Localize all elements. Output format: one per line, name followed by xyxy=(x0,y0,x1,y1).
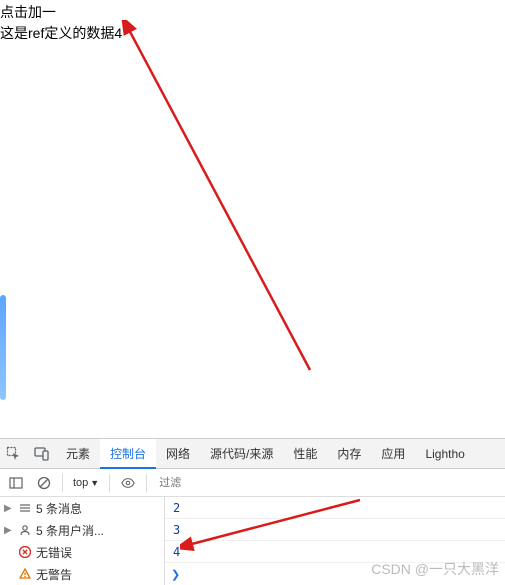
ref-data-text: 这是ref定义的数据4 xyxy=(0,23,505,44)
log-value: 3 xyxy=(173,523,180,537)
tab-lighthouse[interactable]: Lightho xyxy=(415,439,474,469)
sidebar-label: 5 条用户消... xyxy=(36,522,104,539)
splitter-handle[interactable] xyxy=(0,295,6,400)
console-log-row: 2 xyxy=(165,497,505,519)
watermark: CSDN @一只大黑洋 xyxy=(371,559,499,579)
console-sidebar: ▶ 5 条消息 ▶ 5 条用户消... 无错误 无警告 xyxy=(0,497,165,585)
context-label: top xyxy=(73,477,88,489)
tab-sources[interactable]: 源代码/来源 xyxy=(200,439,283,469)
sidebar-label: 无警告 xyxy=(36,566,72,583)
sidebar-user-messages[interactable]: ▶ 5 条用户消... xyxy=(0,519,164,541)
caret-right-icon: ▶ xyxy=(4,503,14,514)
context-selector[interactable]: top ▼ xyxy=(69,475,103,491)
increment-button[interactable]: 点击加一 xyxy=(0,2,505,23)
prompt-caret-icon: ❯ xyxy=(171,568,180,581)
devtools-tabs: 元素 控制台 网络 源代码/来源 性能 内存 应用 Lightho xyxy=(0,439,505,469)
tab-elements[interactable]: 元素 xyxy=(56,439,100,469)
sidebar-no-warnings[interactable]: 无警告 xyxy=(0,563,164,585)
inspect-icon[interactable] xyxy=(0,439,28,469)
log-value: 2 xyxy=(173,501,180,515)
sidebar-messages[interactable]: ▶ 5 条消息 xyxy=(0,497,164,519)
tab-memory[interactable]: 内存 xyxy=(327,439,371,469)
clear-console-icon[interactable] xyxy=(32,471,56,495)
log-value: 4 xyxy=(173,545,180,559)
user-icon xyxy=(18,523,32,537)
sidebar-no-errors[interactable]: 无错误 xyxy=(0,541,164,563)
eye-icon[interactable] xyxy=(116,471,140,495)
caret-right-icon: ▶ xyxy=(4,525,14,536)
sidebar-toggle-icon[interactable] xyxy=(4,471,28,495)
chevron-down-icon: ▼ xyxy=(90,478,99,488)
messages-icon xyxy=(18,501,32,515)
tab-performance[interactable]: 性能 xyxy=(283,439,327,469)
warning-icon xyxy=(18,567,32,581)
device-toggle-icon[interactable] xyxy=(28,439,56,469)
tab-console[interactable]: 控制台 xyxy=(100,439,156,469)
console-toolbar: top ▼ xyxy=(0,469,505,497)
filter-input[interactable] xyxy=(153,475,501,491)
sidebar-label: 5 条消息 xyxy=(36,500,82,517)
error-icon xyxy=(18,545,32,559)
sidebar-label: 无错误 xyxy=(36,544,72,561)
console-log-row: 3 xyxy=(165,519,505,541)
tab-network[interactable]: 网络 xyxy=(156,439,200,469)
tab-application[interactable]: 应用 xyxy=(371,439,415,469)
